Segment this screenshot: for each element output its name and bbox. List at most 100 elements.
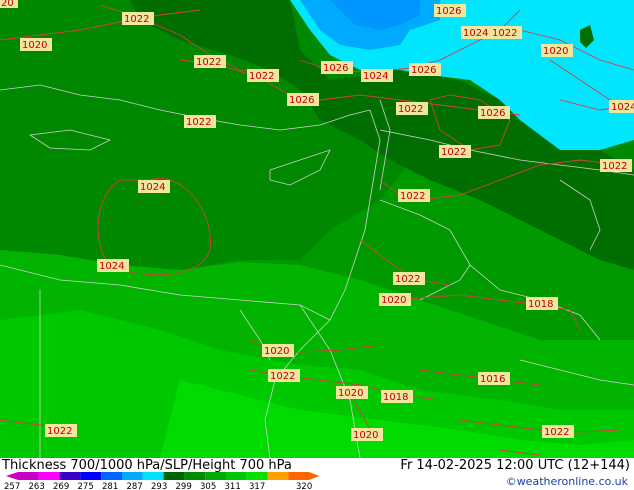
scale-swatch	[205, 472, 226, 480]
svg-text:1022: 1022	[400, 191, 425, 202]
isobar-label: 1020	[379, 293, 411, 306]
svg-text:1026: 1026	[323, 63, 348, 74]
svg-text:1020: 1020	[264, 346, 289, 357]
svg-text:1022: 1022	[124, 14, 149, 25]
scale-tick-label: 269	[53, 482, 69, 490]
scale-tick-label: 263	[29, 482, 45, 490]
isobar-label: 1018	[526, 297, 558, 310]
scale-swatch	[267, 472, 289, 480]
svg-text:1026: 1026	[436, 6, 461, 17]
scale-tick-label: 293	[151, 482, 167, 490]
scale-tick-label: 320	[296, 482, 312, 490]
isobar-label: 1022	[542, 425, 574, 438]
svg-text:1020: 1020	[338, 388, 363, 399]
scale-swatch	[18, 472, 39, 480]
isobar-label: 1026	[287, 93, 319, 106]
isobar-label: 1026	[321, 61, 353, 74]
svg-text:1022: 1022	[270, 371, 295, 382]
isobar-label: 1024	[461, 26, 493, 39]
svg-text:1020: 1020	[22, 40, 47, 51]
scale-swatch	[59, 472, 81, 480]
scale-tick-label: 305	[200, 482, 216, 490]
svg-text:1022: 1022	[544, 427, 569, 438]
scale-swatch	[101, 472, 122, 480]
copyright-link[interactable]: ©weatheronline.co.uk	[506, 475, 628, 488]
svg-text:1016: 1016	[480, 374, 505, 385]
isobar-label: 1016	[478, 372, 510, 385]
product-title: Thickness 700/1000 hPa/SLP/Height 700 hP…	[2, 458, 292, 473]
svg-text:1022: 1022	[492, 28, 517, 39]
scale-tick-label: 257	[4, 482, 20, 490]
scale-swatch	[288, 472, 310, 480]
isobar-label: 1022	[122, 12, 154, 25]
svg-text:1022: 1022	[196, 57, 221, 68]
scale-arrow-left	[6, 472, 18, 480]
thickness-map: 20 1022 1020 1022 1022 1026 1026 1024 10…	[0, 0, 634, 458]
svg-text:1022: 1022	[249, 71, 274, 82]
isobar-label: 1020	[541, 44, 573, 57]
isobar-label: 1020	[20, 38, 52, 51]
svg-text:1018: 1018	[528, 299, 553, 310]
isobar-label: 1026	[434, 4, 466, 17]
isobar-label: 20	[0, 0, 18, 9]
scale-tick-label: 311	[225, 482, 241, 490]
scale-tick-label: 317	[249, 482, 265, 490]
map-footer: Thickness 700/1000 hPa/SLP/Height 700 hP…	[0, 458, 634, 490]
isobar-label: 1022	[268, 369, 300, 382]
isobar-label: 1018	[381, 390, 413, 403]
svg-text:1026: 1026	[411, 65, 436, 76]
svg-text:1018: 1018	[383, 392, 408, 403]
scale-swatch	[38, 472, 60, 480]
scale-swatch	[80, 472, 102, 480]
svg-text:20: 20	[1, 0, 14, 9]
isobar-label: 1026	[478, 106, 510, 119]
svg-text:1022: 1022	[47, 426, 72, 437]
isobar-label: 1024	[97, 259, 129, 272]
scale-swatch	[246, 472, 268, 480]
isobar-label: 1022	[490, 26, 522, 39]
svg-text:1022: 1022	[395, 274, 420, 285]
scale-tick-label: 299	[176, 482, 192, 490]
svg-text:1024: 1024	[99, 261, 124, 272]
isobar-label: 1020	[262, 344, 294, 357]
thickness-color-scale: 257 263 269 275 281 287 293 299 305 311 317 320	[4, 472, 320, 490]
isobar-label: 1024	[609, 100, 634, 113]
isobar-label: 1022	[398, 189, 430, 202]
isobar-label: 1020	[351, 428, 383, 441]
scale-swatch	[163, 472, 185, 480]
scale-swatch	[122, 472, 143, 480]
svg-text:1022: 1022	[602, 161, 627, 172]
svg-text:1024: 1024	[140, 182, 165, 193]
scale-swatch	[184, 472, 206, 480]
svg-text:1022: 1022	[441, 147, 466, 158]
isobar-label: 1022	[184, 115, 216, 128]
isobar-label: 1020	[336, 386, 368, 399]
isobar-label: 1024	[138, 180, 170, 193]
svg-text:1022: 1022	[186, 117, 211, 128]
isobar-label: 1022	[247, 69, 279, 82]
scale-arrow-right	[309, 472, 320, 480]
scale-tick-label: 287	[127, 482, 143, 490]
svg-text:1024: 1024	[463, 28, 488, 39]
isobar-label: 1024	[361, 69, 393, 82]
isobar-label: 1022	[439, 145, 471, 158]
scale-tick-label: 275	[78, 482, 94, 490]
svg-text:1020: 1020	[543, 46, 568, 57]
svg-text:1026: 1026	[289, 95, 314, 106]
scale-swatch	[226, 472, 247, 480]
isobar-label: 1022	[194, 55, 226, 68]
isobar-label: 1022	[45, 424, 77, 437]
scale-swatch	[142, 472, 164, 480]
scale-tick-label: 281	[102, 482, 118, 490]
svg-text:1022: 1022	[398, 104, 423, 115]
svg-text:1026: 1026	[480, 108, 505, 119]
isobar-label: 1022	[393, 272, 425, 285]
valid-datetime: Fr 14-02-2025 12:00 UTC (12+144)	[400, 458, 630, 473]
svg-text:1024: 1024	[611, 102, 634, 113]
isobar-label: 1022	[396, 102, 428, 115]
svg-text:1020: 1020	[381, 295, 406, 306]
isobar-label: 1022	[600, 159, 632, 172]
svg-text:1020: 1020	[353, 430, 378, 441]
isobar-label: 1026	[409, 63, 441, 76]
svg-text:1024: 1024	[363, 71, 388, 82]
